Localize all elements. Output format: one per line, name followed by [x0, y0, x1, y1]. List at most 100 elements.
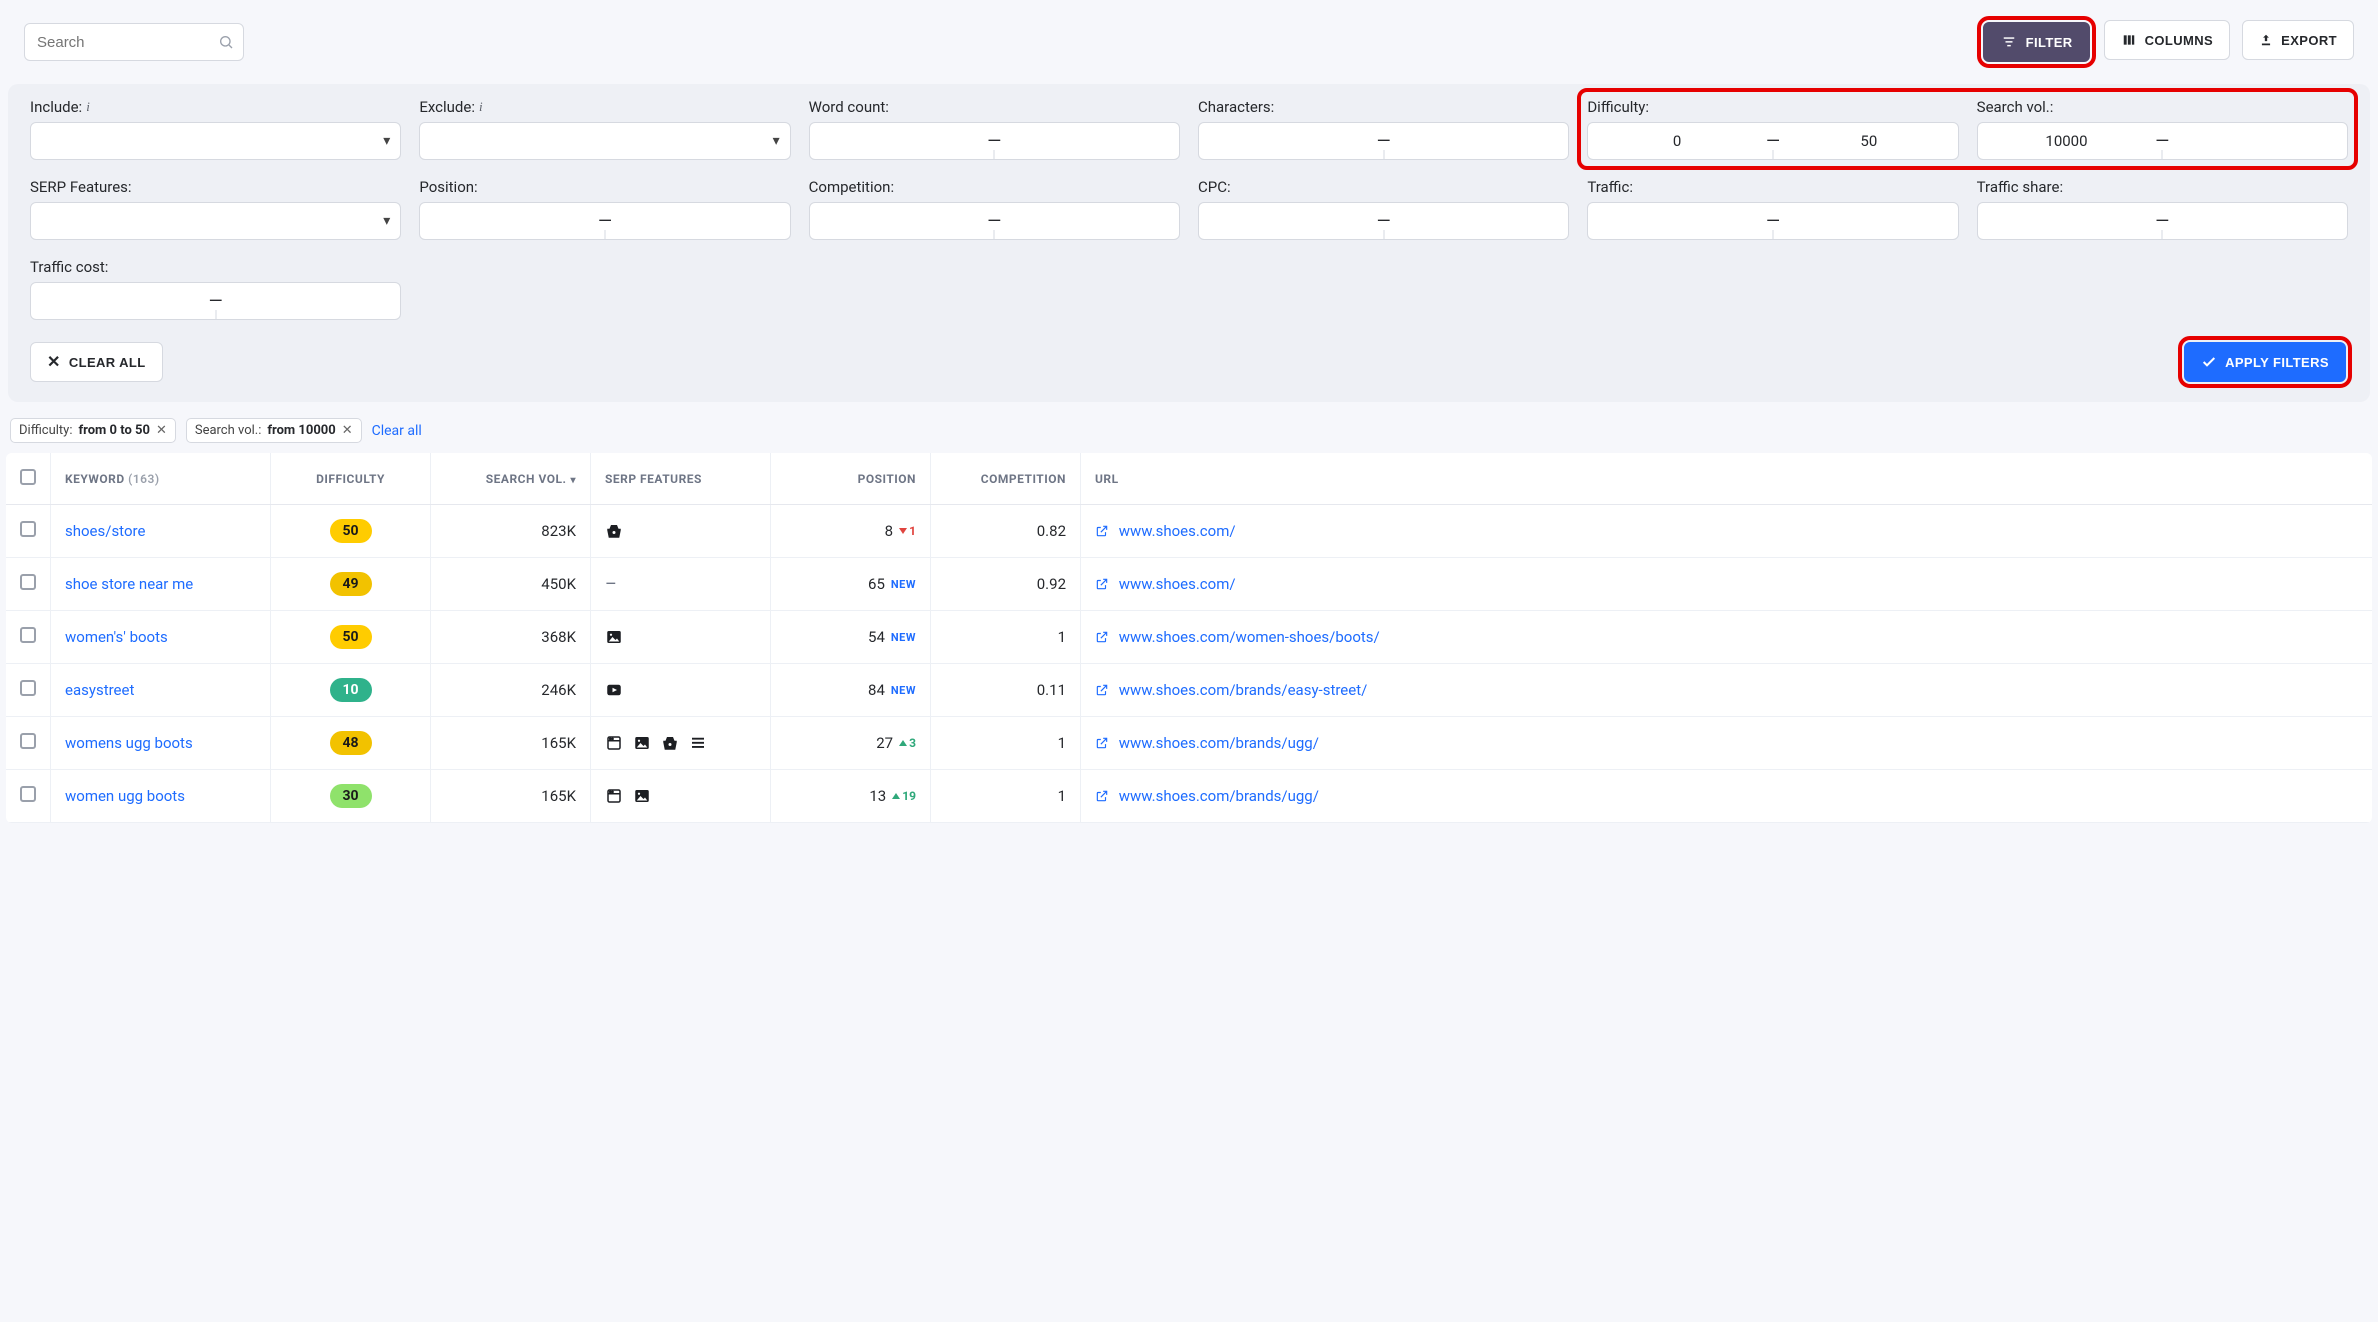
- col-serp[interactable]: SERP FEATURES: [591, 453, 771, 505]
- search-icon: [218, 34, 234, 50]
- columns-button[interactable]: COLUMNS: [2104, 20, 2231, 60]
- table-row: women ugg boots 30 165K 13 19 1 www.shoe…: [6, 770, 2372, 823]
- row-checkbox[interactable]: [20, 574, 36, 590]
- row-checkbox[interactable]: [20, 786, 36, 802]
- url-link[interactable]: www.shoes.com/: [1119, 575, 1236, 593]
- col-url[interactable]: URL: [1081, 453, 2373, 505]
- filter-label-text: Characters:: [1198, 98, 1569, 116]
- characters-range[interactable]: —: [1198, 122, 1569, 160]
- image-icon: [633, 787, 651, 805]
- filter-icon: [2000, 35, 2018, 49]
- external-link-icon[interactable]: [1095, 628, 1113, 646]
- select-all-checkbox[interactable]: [20, 469, 36, 485]
- export-button[interactable]: EXPORT: [2242, 20, 2354, 60]
- chip-difficulty[interactable]: Difficulty: from 0 to 50 ✕: [10, 418, 176, 443]
- difficulty-range[interactable]: 0 — 50: [1587, 122, 1958, 160]
- info-icon[interactable]: i: [86, 99, 90, 115]
- filter-cpc: CPC: —: [1198, 178, 1569, 240]
- cpc-range[interactable]: —: [1198, 202, 1569, 240]
- filter-label-text: Position:: [419, 178, 790, 196]
- difficulty-badge: 50: [330, 625, 372, 649]
- external-link-icon[interactable]: [1095, 522, 1113, 540]
- url-link[interactable]: www.shoes.com/brands/ugg/: [1119, 787, 1319, 805]
- external-link-icon[interactable]: [1095, 575, 1113, 593]
- keyword-link[interactable]: easystreet: [65, 681, 134, 699]
- position-value: 27: [876, 734, 893, 752]
- close-icon[interactable]: ✕: [342, 423, 353, 438]
- row-checkbox[interactable]: [20, 627, 36, 643]
- list-icon: [689, 734, 707, 752]
- apply-filters-button[interactable]: APPLY FILTERS: [2184, 342, 2346, 382]
- col-keyword[interactable]: KEYWORD (163): [51, 453, 271, 505]
- filter-competition: Competition: —: [809, 178, 1180, 240]
- external-link-icon[interactable]: [1095, 681, 1113, 699]
- url-link[interactable]: www.shoes.com/brands/ugg/: [1119, 734, 1319, 752]
- col-competition[interactable]: COMPETITION: [931, 453, 1081, 505]
- close-icon: ✕: [47, 352, 61, 372]
- col-searchvol[interactable]: SEARCH VOL.▾: [431, 453, 591, 505]
- filter-searchvol: Search vol.: 10000 —: [1977, 98, 2348, 160]
- filter-button[interactable]: FILTER: [1983, 22, 2090, 62]
- keyword-count: (163): [128, 472, 159, 486]
- col-difficulty[interactable]: DIFFICULTY: [271, 453, 431, 505]
- serp-icons: [605, 787, 756, 805]
- clear-all-link[interactable]: Clear all: [372, 423, 422, 439]
- keyword-link[interactable]: women ugg boots: [65, 787, 185, 805]
- range-dash: —: [2155, 131, 2169, 152]
- row-checkbox[interactable]: [20, 733, 36, 749]
- difficulty-max[interactable]: 50: [1780, 132, 1958, 150]
- position-range[interactable]: —: [419, 202, 790, 240]
- search-box[interactable]: [24, 23, 244, 61]
- col-position[interactable]: POSITION: [771, 453, 931, 505]
- keyword-link[interactable]: shoes/store: [65, 522, 145, 540]
- trafficshare-range[interactable]: —: [1977, 202, 2348, 240]
- export-label: EXPORT: [2281, 33, 2337, 48]
- columns-label: COLUMNS: [2145, 33, 2214, 48]
- dash-icon: –: [605, 574, 617, 595]
- url-link[interactable]: www.shoes.com/women-shoes/boots/: [1119, 628, 1380, 646]
- serp-icons: [605, 522, 756, 540]
- search-volume-cell: 165K: [431, 770, 591, 823]
- keyword-link[interactable]: womens ugg boots: [65, 734, 193, 752]
- competition-cell: 0.82: [931, 505, 1081, 558]
- difficulty-badge: 48: [330, 731, 372, 755]
- filter-exclude: Exclude: i ▾: [419, 98, 790, 160]
- arrow-up-icon: [892, 793, 900, 799]
- row-checkbox[interactable]: [20, 521, 36, 537]
- url-link[interactable]: www.shoes.com/: [1119, 522, 1236, 540]
- filter-label-text: SERP Features:: [30, 178, 401, 196]
- external-link-icon[interactable]: [1095, 787, 1113, 805]
- clear-all-button[interactable]: ✕ CLEAR ALL: [30, 342, 163, 382]
- chip-value: from 10000: [267, 423, 335, 438]
- include-select[interactable]: ▾: [30, 122, 401, 160]
- search-input[interactable]: [24, 23, 244, 61]
- keyword-link[interactable]: shoe store near me: [65, 575, 193, 593]
- difficulty-min[interactable]: 0: [1588, 132, 1766, 150]
- chip-searchvol[interactable]: Search vol.: from 10000 ✕: [186, 418, 362, 443]
- position-value: 13: [869, 787, 886, 805]
- external-link-icon[interactable]: [1095, 734, 1113, 752]
- table-row: easystreet 10 246K 84 NEW 0.11 www.shoes…: [6, 664, 2372, 717]
- searchvol-range[interactable]: 10000 —: [1977, 122, 2348, 160]
- exclude-select[interactable]: ▾: [419, 122, 790, 160]
- new-badge: NEW: [891, 578, 916, 591]
- close-icon[interactable]: ✕: [156, 423, 167, 438]
- keyword-link[interactable]: women's' boots: [65, 628, 168, 646]
- filter-characters: Characters: —: [1198, 98, 1569, 160]
- wordcount-range[interactable]: —: [809, 122, 1180, 160]
- position-value: 65: [868, 575, 885, 593]
- serp-select[interactable]: ▾: [30, 202, 401, 240]
- trafficcost-range[interactable]: —: [30, 282, 401, 320]
- competition-range[interactable]: —: [809, 202, 1180, 240]
- info-icon[interactable]: i: [479, 99, 483, 115]
- check-icon: [2201, 354, 2217, 370]
- arrow-up-icon: [899, 740, 907, 746]
- sort-desc-icon: ▾: [570, 475, 576, 486]
- url-link[interactable]: www.shoes.com/brands/easy-street/: [1119, 681, 1368, 699]
- row-checkbox[interactable]: [20, 680, 36, 696]
- table-row: shoes/store 50 823K 8 1 0.82 www.shoes.c…: [6, 505, 2372, 558]
- new-badge: NEW: [891, 684, 916, 697]
- traffic-range[interactable]: —: [1587, 202, 1958, 240]
- searchvol-min[interactable]: 10000: [1978, 132, 2156, 150]
- filter-label-text: CPC:: [1198, 178, 1569, 196]
